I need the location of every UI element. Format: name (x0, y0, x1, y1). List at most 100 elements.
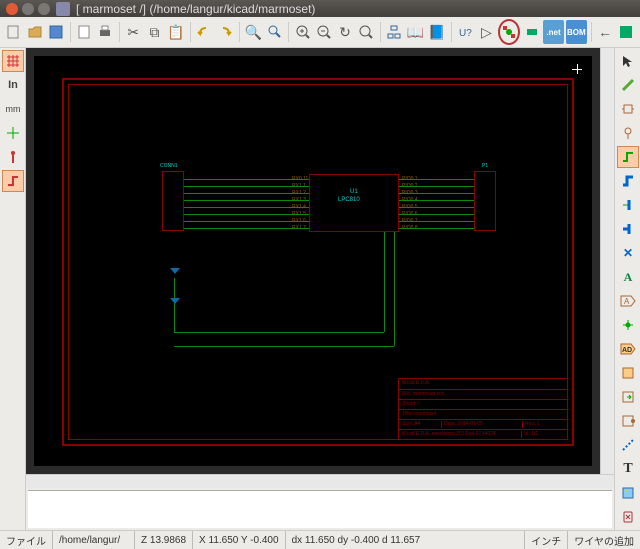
backannotate-button[interactable]: ← (596, 20, 615, 44)
pcbnew-button[interactable] (617, 20, 636, 44)
tb-rev: Rev: 1 (523, 421, 564, 428)
connector-right (474, 171, 496, 231)
import-hierlabel-tool[interactable] (617, 386, 639, 408)
library-editor-button[interactable]: 📘 (427, 20, 446, 44)
place-wire-tool[interactable] (617, 146, 639, 168)
origin-marker (572, 64, 582, 74)
place-globallabel-tool[interactable]: A (617, 290, 639, 312)
wire (399, 186, 474, 187)
window-title: [ marmoset /] (/home/langur/kicad/marmos… (76, 2, 315, 16)
cursor-tool[interactable] (617, 50, 639, 72)
ground-symbol (170, 298, 180, 308)
place-line-tool[interactable] (617, 434, 639, 456)
cursor-shape-button[interactable] (2, 122, 24, 144)
component-value: LPC810 (338, 197, 360, 203)
hidden-pins-button[interactable] (2, 146, 24, 168)
main-component: U1 LPC810 (309, 174, 399, 232)
wire (174, 346, 394, 347)
library-browser-button[interactable]: 📖 (406, 20, 425, 44)
window-buttons (6, 3, 50, 15)
wire (184, 193, 309, 194)
main-area: In mm CONN1 P1 (0, 48, 640, 530)
status-file-path: /home/langur/ (53, 531, 135, 549)
tb-size: Size: A4 (402, 421, 442, 428)
paste-button[interactable]: 📋 (166, 20, 185, 44)
place-wire2bus-tool[interactable] (617, 194, 639, 216)
wire (184, 186, 309, 187)
find-button[interactable]: 🔍 (244, 20, 263, 44)
schematic-canvas[interactable]: CONN1 P1 U1 LPC810 RX0.11 RX1.1 RX1.2 RX… (26, 48, 600, 474)
status-unit: インチ (525, 531, 568, 549)
place-hiersheet-tool[interactable] (617, 362, 639, 384)
minimize-button[interactable] (22, 3, 34, 15)
place-component-tool[interactable] (617, 98, 639, 120)
zoom-out-button[interactable] (314, 20, 333, 44)
copy-button[interactable]: ⧉ (145, 20, 164, 44)
delete-tool[interactable] (617, 506, 639, 528)
place-image-tool[interactable] (617, 482, 639, 504)
place-hierlabel-tool[interactable]: AD (617, 338, 639, 360)
undo-button[interactable] (194, 20, 213, 44)
svg-text:A: A (624, 297, 630, 306)
place-junction-tool[interactable] (617, 314, 639, 336)
erc-button[interactable]: ▷ (477, 20, 496, 44)
grid-toggle[interactable] (2, 50, 24, 72)
place-noconnect-tool[interactable]: ✕ (617, 242, 639, 264)
tb-app: Kicad E.D.A. (402, 380, 430, 386)
right-toolbar: ✕ A A AD T (614, 48, 640, 530)
wire (399, 228, 474, 229)
wire (399, 207, 474, 208)
tb-file: File: marmoset.sch (402, 391, 444, 397)
place-text-tool[interactable]: T (617, 458, 639, 480)
wire (399, 221, 474, 222)
status-mode: ワイヤの追加 (568, 531, 640, 549)
page-settings-button[interactable] (74, 20, 93, 44)
open-button[interactable] (25, 20, 44, 44)
place-bus2bus-tool[interactable] (617, 218, 639, 240)
status-zoom: Z 13.9868 (135, 531, 193, 549)
zoom-redraw-button[interactable]: ↻ (335, 20, 354, 44)
titleblock: Kicad E.D.A. File: marmoset.sch Sheet: /… (398, 378, 568, 440)
bus-direction-button[interactable] (2, 170, 24, 192)
highlight-net-tool[interactable] (617, 74, 639, 96)
tb-id: Id: 1/1 (522, 431, 564, 438)
message-panel (28, 490, 612, 528)
svg-text:U?: U? (459, 28, 472, 39)
cut-button[interactable]: ✂ (124, 20, 143, 44)
svg-text:AD: AD (622, 347, 632, 354)
print-button[interactable] (96, 20, 115, 44)
place-netlabel-tool[interactable]: A (617, 266, 639, 288)
wire (184, 221, 309, 222)
place-power-tool[interactable] (617, 122, 639, 144)
titlebar: [ marmoset /] (/home/langur/kicad/marmos… (0, 0, 640, 17)
status-dxy: dx 11.650 dy -0.400 d 11.657 (286, 531, 526, 549)
wire (399, 200, 474, 201)
footprint-button[interactable] (522, 20, 541, 44)
save-button[interactable] (46, 20, 65, 44)
annotate-button[interactable]: U? (456, 20, 475, 44)
wire (184, 200, 309, 201)
horizontal-scrollbar[interactable] (26, 474, 614, 488)
zoom-fit-button[interactable] (357, 20, 376, 44)
new-button[interactable] (4, 20, 23, 44)
hierarchy-button[interactable] (385, 20, 404, 44)
zoom-in-button[interactable] (293, 20, 312, 44)
tb-sheet: Sheet: / (402, 401, 419, 407)
wire (184, 207, 309, 208)
close-button[interactable] (6, 3, 18, 15)
conn-left-ref: CONN1 (160, 163, 178, 169)
find-replace-button[interactable] (265, 20, 284, 44)
netlist-button[interactable]: .net (543, 20, 564, 44)
units-inch-button[interactable]: In (2, 74, 24, 96)
vertical-scrollbar[interactable] (600, 48, 614, 474)
redo-button[interactable] (216, 20, 235, 44)
cvpcb-button[interactable] (498, 19, 520, 45)
place-bus-tool[interactable] (617, 170, 639, 192)
wire (399, 193, 474, 194)
wire (184, 228, 309, 229)
conn-right-ref: P1 (482, 163, 488, 169)
place-hierpin-tool[interactable] (617, 410, 639, 432)
units-mm-button[interactable]: mm (2, 98, 24, 120)
bom-button[interactable]: BOM (566, 20, 587, 44)
maximize-button[interactable] (38, 3, 50, 15)
